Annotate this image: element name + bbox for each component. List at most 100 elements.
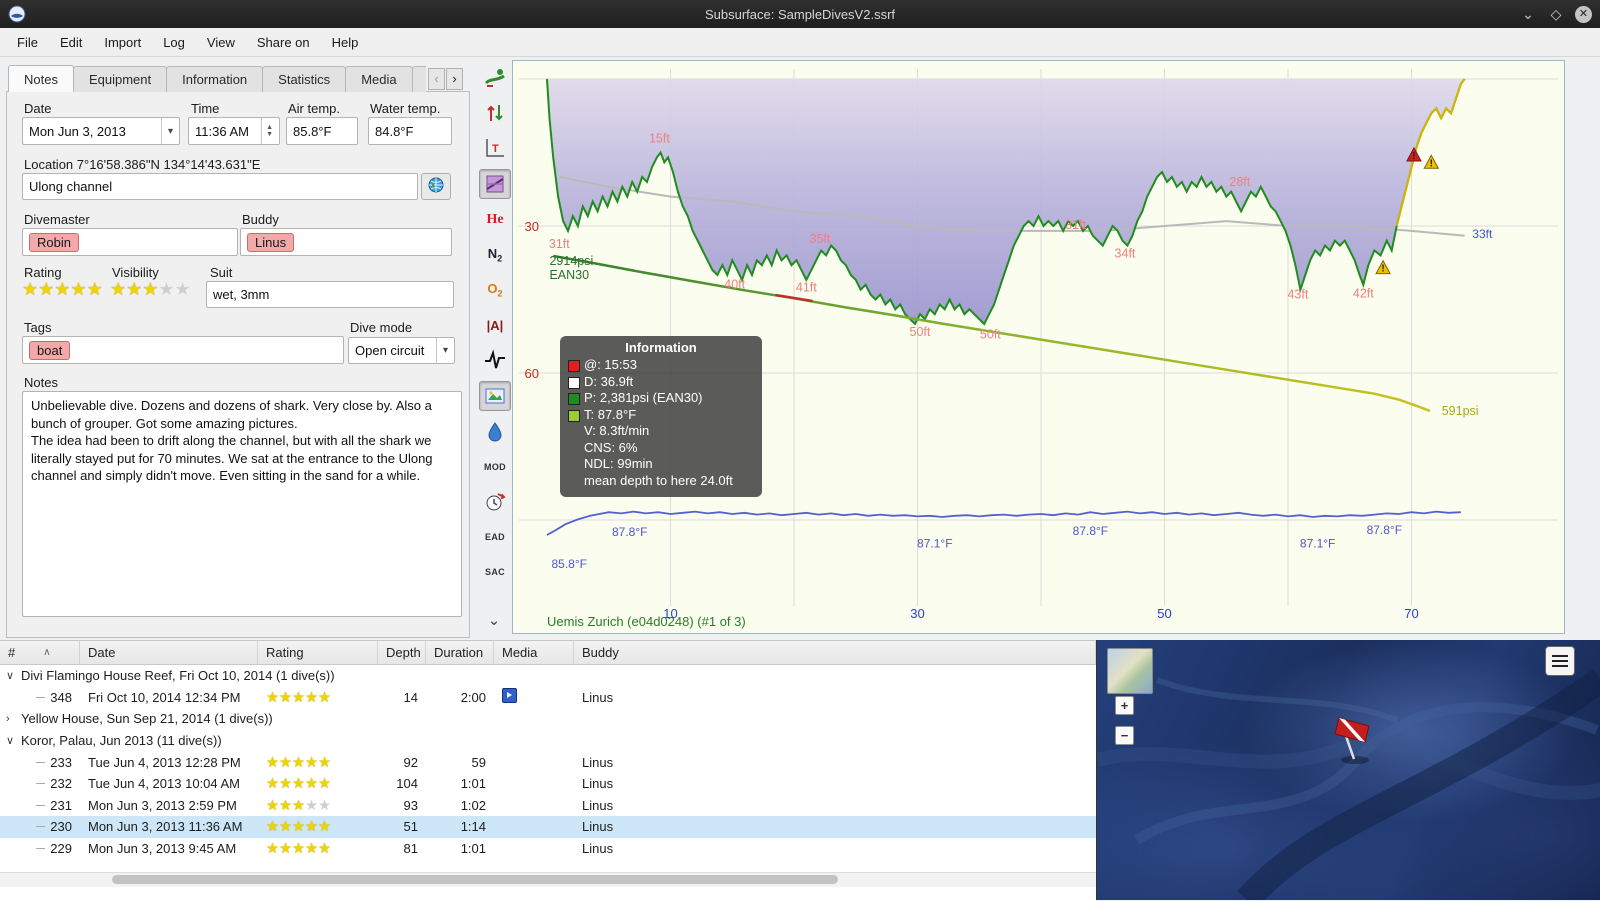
- overview-map[interactable]: [1107, 648, 1153, 694]
- toggle-o2-graph[interactable]: O2: [480, 276, 510, 304]
- star-rating[interactable]: ★ ★ ★ ★ ★: [266, 691, 331, 705]
- star-rating[interactable]: ★ ★ ★ ★ ★: [22, 280, 103, 298]
- legend-chip: [568, 409, 580, 422]
- column-header-rating[interactable]: Rating: [258, 641, 378, 664]
- media-icon[interactable]: [502, 688, 517, 704]
- menu-edit[interactable]: Edit: [49, 35, 93, 50]
- dive-row[interactable]: 233 Tue Jun 4, 2013 12:28 PM ★ ★ ★ ★ ★ 92 59 Linu…: [0, 751, 1096, 773]
- divemaster-tag[interactable]: Robin: [29, 232, 79, 252]
- tab-scroll-right[interactable]: ›: [446, 68, 463, 90]
- toggle-n2-graph[interactable]: N2: [480, 241, 510, 269]
- toggle-sac[interactable]: SAC: [480, 558, 510, 586]
- menu-help[interactable]: Help: [321, 35, 370, 50]
- tag-pill[interactable]: boat: [29, 340, 71, 360]
- expand-arrow-icon[interactable]: ∨: [6, 669, 21, 682]
- minimize-button[interactable]: ⌄: [1519, 6, 1537, 23]
- dive-row[interactable]: 230 Mon Jun 3, 2013 11:36 AM ★ ★ ★ ★ ★ 51 1:14 Li…: [0, 816, 1096, 838]
- menu-share-on[interactable]: Share on: [246, 35, 321, 50]
- tags-field[interactable]: boat: [22, 336, 344, 364]
- toggle-heart-rate[interactable]: [480, 346, 510, 374]
- collapse-arrow-icon[interactable]: ›: [6, 713, 21, 725]
- visibility-stars[interactable]: ★ ★ ★ ★ ★: [110, 280, 191, 298]
- zoom-out-button[interactable]: −: [1115, 726, 1134, 745]
- dive-trip-row[interactable]: ∨ Koror, Palau, Jun 2013 (11 dive(s)): [0, 730, 1096, 752]
- star-rating[interactable]: ★ ★ ★ ★ ★: [266, 820, 331, 834]
- toggle-photos[interactable]: [479, 381, 511, 411]
- suit-field[interactable]: [206, 281, 454, 308]
- toggle-ascent-rate[interactable]: [480, 99, 510, 127]
- dive-trip-row[interactable]: › Yellow House, Sun Sep 21, 2014 (1 dive(…: [0, 708, 1096, 730]
- air-temp-field[interactable]: [286, 117, 358, 145]
- buddy-tag[interactable]: Linus: [247, 232, 295, 252]
- rating-stars[interactable]: ★ ★ ★ ★ ★: [22, 280, 103, 298]
- toggle-temperature-graph[interactable]: T: [480, 134, 510, 162]
- suit-label: Suit: [210, 265, 233, 280]
- divemaster-field[interactable]: Robin: [22, 228, 238, 256]
- toggle-air-graph[interactable]: |A|: [480, 311, 510, 339]
- dive-row[interactable]: 229 Mon Jun 3, 2013 9:45 AM ★ ★ ★ ★ ★ 81 1:01 Lin…: [0, 838, 1096, 860]
- zoom-in-button[interactable]: +: [1115, 696, 1134, 715]
- tooltip-line: T: 87.8°F: [568, 407, 754, 424]
- dive-list: # ∧ Date Rating Depth Duration Media Buddy ∨ Div…: [0, 640, 1096, 901]
- dive-row[interactable]: 232 Tue Jun 4, 2013 10:04 AM ★ ★ ★ ★ ★ 104 1:01 L…: [0, 773, 1096, 795]
- expand-arrow-icon[interactable]: ∨: [6, 734, 21, 747]
- tab-notes[interactable]: Notes: [8, 65, 74, 92]
- menu-log[interactable]: Log: [152, 35, 196, 50]
- dive-row[interactable]: 231 Mon Jun 3, 2013 2:59 PM ★ ★ ★ ★ ★ 93 1:02 Lin…: [0, 795, 1096, 817]
- toggle-tissue-graph[interactable]: [479, 169, 511, 199]
- dive-row[interactable]: 348 Fri Oct 10, 2014 12:34 PM ★ ★ ★ ★ ★ 14 2:00 L…: [0, 687, 1096, 709]
- star-rating[interactable]: ★ ★ ★ ★ ★: [110, 280, 191, 298]
- toggle-ndl-tts[interactable]: [480, 488, 510, 516]
- tab-statistics[interactable]: Statistics: [262, 66, 347, 92]
- tab-e[interactable]: E: [411, 66, 426, 92]
- column-header-date[interactable]: Date: [80, 641, 258, 664]
- column-header-buddy[interactable]: Buddy: [574, 641, 1096, 664]
- water-temp-field[interactable]: [368, 117, 452, 145]
- menu-import[interactable]: Import: [93, 35, 152, 50]
- svg-text:!: !: [1412, 151, 1415, 162]
- dive-flag-marker[interactable]: [1325, 708, 1389, 772]
- star-rating[interactable]: ★ ★ ★ ★ ★: [266, 842, 331, 856]
- column-header-duration[interactable]: Duration: [426, 641, 494, 664]
- tab-equipment[interactable]: Equipment: [72, 66, 168, 92]
- air-temp-label: Air temp.: [288, 101, 341, 116]
- star-rating[interactable]: ★ ★ ★ ★ ★: [266, 777, 331, 791]
- dive-mode-select[interactable]: Open circuit ▾: [348, 337, 455, 364]
- column-header--[interactable]: # ∧: [0, 641, 80, 664]
- tooltip-line: P: 2,381psi (EAN30): [568, 390, 754, 407]
- profile-toolbar: T He N2 O2 |A| MOD EAD SAC: [479, 64, 511, 586]
- tab-media[interactable]: Media: [345, 66, 413, 92]
- toggle-he-graph[interactable]: He: [480, 206, 510, 234]
- buddy-label: Buddy: [242, 212, 279, 227]
- map-menu-button[interactable]: [1545, 646, 1575, 676]
- star-rating[interactable]: ★ ★ ★ ★ ★: [266, 799, 331, 813]
- toggle-ead[interactable]: EAD: [480, 523, 510, 551]
- horizontal-scrollbar[interactable]: [0, 872, 1096, 887]
- dive-profile[interactable]: 30 60 10 30 50 70 31ft 15ft 40ft 41ft 35ft 50ft 50ft…: [512, 60, 1565, 634]
- dive-trip-row[interactable]: ∨ Divi Flamingo House Reef, Fri Oct 10, 2…: [0, 665, 1096, 687]
- map-location-button[interactable]: [421, 173, 451, 200]
- maximize-button[interactable]: ◇: [1547, 6, 1565, 23]
- map-panel[interactable]: + −: [1096, 640, 1600, 900]
- tab-scroll-left[interactable]: ‹: [428, 68, 445, 90]
- close-button[interactable]: ✕: [1575, 5, 1592, 23]
- toggle-dc-reported-ceiling[interactable]: [480, 418, 510, 446]
- tab-bar: Notes Equipment Information Statistics Media…: [8, 63, 426, 92]
- buddy-field[interactable]: Linus: [240, 228, 452, 256]
- column-header-depth[interactable]: Depth: [378, 641, 426, 664]
- menu-view[interactable]: View: [196, 35, 246, 50]
- location-field[interactable]: [22, 173, 418, 200]
- toggle-dive-computer[interactable]: [480, 64, 510, 92]
- scrollbar-thumb[interactable]: [112, 875, 838, 884]
- toolbar-collapse-chevron-icon[interactable]: ⌄: [479, 606, 509, 634]
- tab-information[interactable]: Information: [166, 66, 264, 92]
- notes-textarea[interactable]: Unbelievable dive. Dozens and dozens of …: [22, 391, 462, 617]
- star-rating[interactable]: ★ ★ ★ ★ ★: [266, 755, 331, 769]
- spinner-arrows-icon[interactable]: ▲ ▼: [261, 118, 273, 144]
- divemaster-label: Divemaster: [24, 212, 90, 227]
- menu-file[interactable]: File: [6, 35, 49, 50]
- column-header-media[interactable]: Media: [494, 641, 574, 664]
- time-spinbox[interactable]: 11:36 AM ▲ ▼: [188, 117, 280, 145]
- toggle-mod[interactable]: MOD: [480, 453, 510, 481]
- date-select[interactable]: Mon Jun 3, 2013 ▾: [22, 117, 180, 145]
